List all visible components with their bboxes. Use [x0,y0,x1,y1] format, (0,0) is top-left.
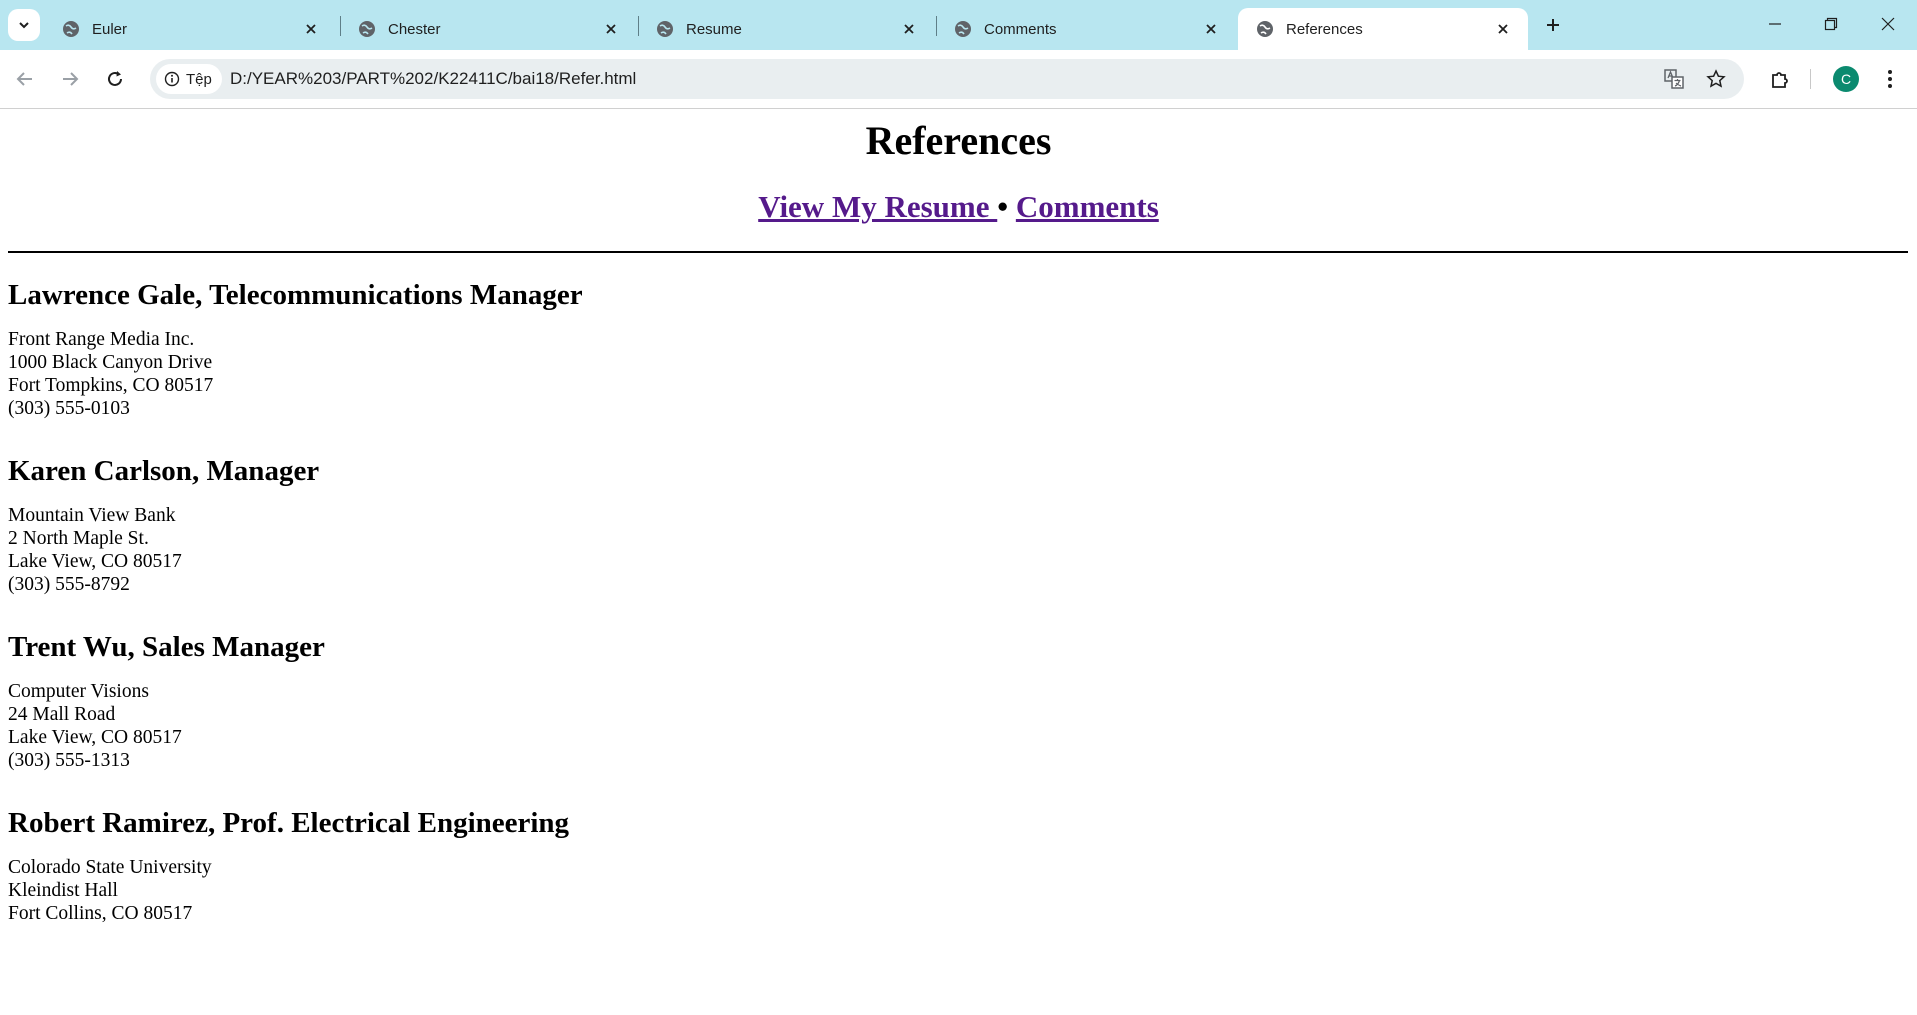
tab-resume[interactable]: Resume [638,8,934,50]
minimize-icon [1769,23,1781,25]
chevron-down-icon [19,22,29,29]
reference-line: Lake View, CO 80517 [8,551,182,572]
reference-entry: Lawrence Gale, Telecommunications Manage… [8,277,583,420]
comments-link[interactable]: Comments [1016,189,1159,224]
reference-line: Kleindist Hall [8,880,118,901]
profile-button[interactable]: C [1830,63,1862,95]
toolbar-divider [1810,69,1811,89]
site-info-button[interactable]: Tệp [156,64,222,94]
tab-title: Euler [92,20,128,38]
reference-heading: Trent Wu, Sales Manager [8,631,325,663]
reference-line: Fort Tompkins, CO 80517 [8,375,214,396]
tab-references[interactable]: References [1238,8,1528,50]
globe-icon [955,21,971,37]
tab-title: Comments [984,20,1057,38]
address-bar[interactable]: Tệp D:/YEAR%203/PART%202/K22411C/bai18/R… [150,59,1744,99]
translate-icon [1664,69,1684,89]
tab-title: Resume [686,20,742,38]
star-icon [1706,69,1726,88]
new-tab-button[interactable] [1537,11,1569,39]
reference-line: Computer Visions [8,681,149,702]
more-vert-icon [1888,70,1892,88]
page-nav: View My Resume • Comments [0,189,1917,225]
restore-button[interactable] [1808,8,1854,40]
tab-title: Chester [388,20,441,38]
globe-icon [359,21,375,37]
close-tab-icon[interactable] [898,18,920,40]
reference-line: Front Range Media Inc. [8,329,195,350]
reference-line: Colorado State University [8,857,212,878]
back-arrow-icon [16,72,32,86]
tab-search-button[interactable] [8,9,40,41]
reference-line: (303) 555-1313 [8,750,130,771]
reference-entry: Trent Wu, Sales Manager Computer Visions… [8,629,325,772]
puzzle-icon [1772,72,1788,88]
reference-heading: Robert Ramirez, Prof. Electrical Enginee… [8,807,570,839]
reference-entry: Robert Ramirez, Prof. Electrical Enginee… [8,805,569,925]
close-tab-icon[interactable] [300,18,322,40]
menu-button[interactable] [1874,63,1906,95]
tab-euler[interactable]: Euler [44,8,336,50]
globe-icon [63,21,79,37]
url-text[interactable]: D:/YEAR%203/PART%202/K22411C/bai18/Refer… [230,59,636,99]
tab-chester[interactable]: Chester [340,8,636,50]
reference-line: Lake View, CO 80517 [8,727,182,748]
close-tab-icon[interactable] [600,18,622,40]
info-icon [164,71,180,87]
close-icon [1881,17,1895,31]
nav-separator: • [997,189,1016,224]
reference-line: Mountain View Bank [8,505,176,526]
reference-line: 2 North Maple St. [8,528,149,549]
tab-comments[interactable]: Comments [936,8,1236,50]
reference-line: Fort Collins, CO 80517 [8,903,193,924]
browser-toolbar: Tệp D:/YEAR%203/PART%202/K22411C/bai18/R… [0,50,1917,109]
forward-button[interactable] [54,63,86,95]
reference-heading: Lawrence Gale, Telecommunications Manage… [8,279,583,311]
site-info-label: Tệp [186,70,212,88]
view-resume-link[interactable]: View My Resume [758,189,997,224]
reference-line: (303) 555-8792 [8,574,130,595]
forward-arrow-icon [63,72,79,86]
restore-icon [1824,17,1838,31]
page-content: References View My Resume • Comments Law… [0,109,1917,1015]
bookmark-button[interactable] [1702,65,1730,93]
reference-entry: Karen Carlson, Manager Mountain View Ban… [8,453,319,596]
reference-heading: Karen Carlson, Manager [8,455,320,487]
close-tab-icon[interactable] [1492,18,1514,40]
tab-strip: Euler Chester Resume Comments References [0,0,1917,50]
horizontal-rule [8,251,1908,253]
reload-icon [108,71,122,86]
translate-button[interactable] [1660,65,1688,93]
reload-button[interactable] [99,63,131,95]
back-button[interactable] [9,63,41,95]
reference-line: 24 Mall Road [8,704,116,725]
globe-icon [1257,21,1273,37]
reference-line: (303) 555-0103 [8,398,130,419]
globe-icon [657,21,673,37]
tab-title: References [1286,20,1363,38]
page-title: References [865,118,1052,163]
minimize-button[interactable] [1752,8,1798,40]
close-window-button[interactable] [1865,8,1911,40]
plus-icon [1547,19,1559,31]
close-tab-icon[interactable] [1200,18,1222,40]
avatar: C [1833,66,1859,92]
reference-line: 1000 Black Canyon Drive [8,352,213,373]
extensions-button[interactable] [1764,63,1796,95]
